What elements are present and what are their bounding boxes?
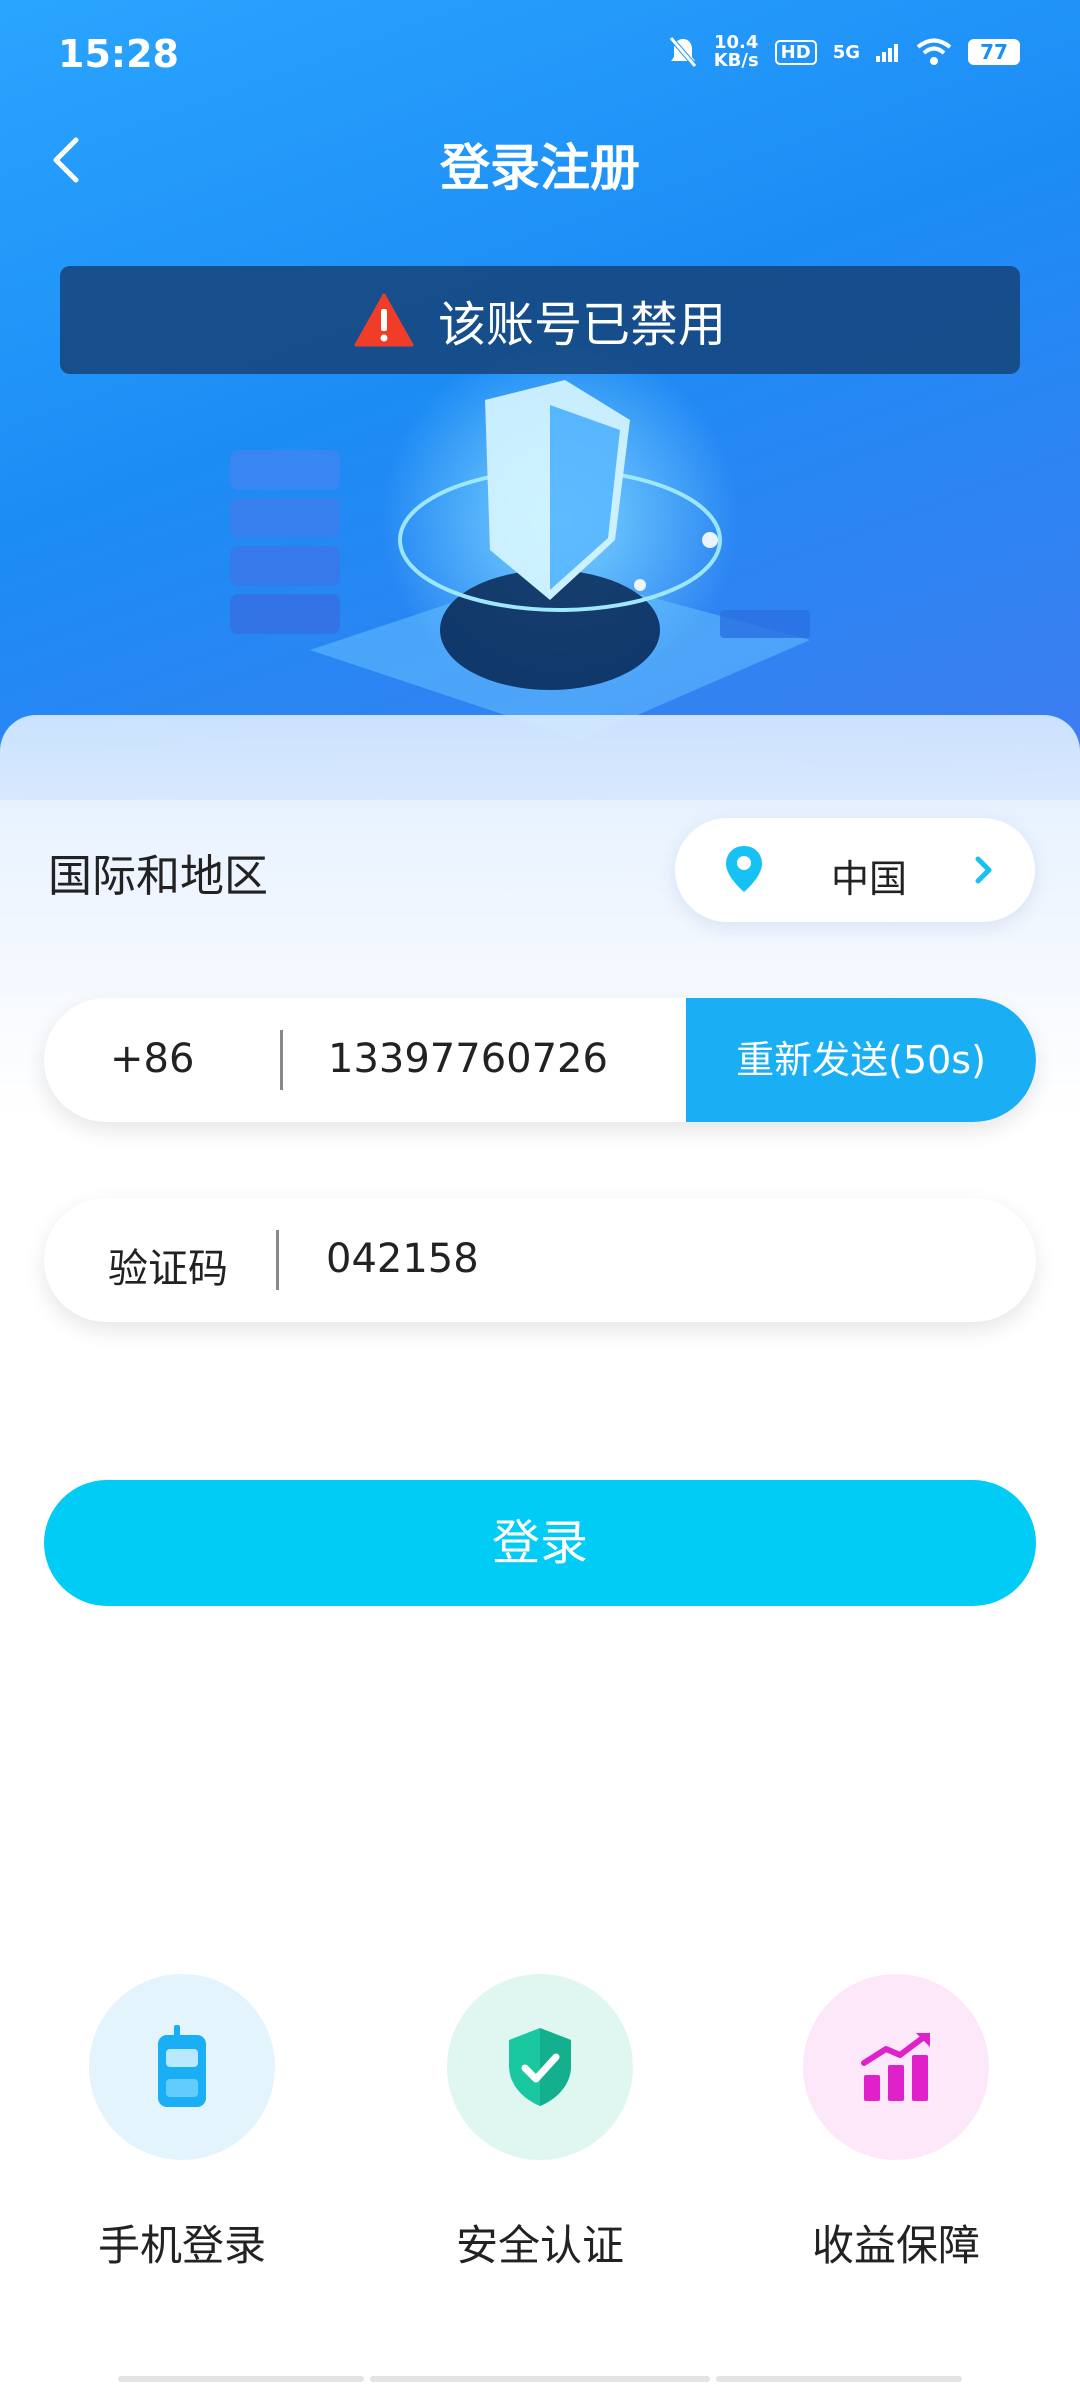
feature-icon-circle — [803, 1974, 989, 2160]
net-speed-unit: KB/s — [713, 50, 759, 71]
battery-indicator: 77 — [968, 39, 1020, 65]
feature-label: 安全认证 — [455, 2221, 624, 2270]
country-code[interactable]: +86 — [110, 1036, 194, 1082]
wifi-icon — [916, 38, 952, 65]
feature-security: 安全认证 — [410, 1974, 670, 2273]
region-label: 国际和地区 — [48, 851, 268, 902]
region-value: 中国 — [831, 857, 908, 901]
chevron-right-icon — [975, 856, 992, 884]
feature-icon-circle — [89, 1974, 275, 2160]
signal-label: 5G — [832, 41, 860, 63]
code-divider — [276, 1230, 279, 1290]
feature-label: 手机登录 — [97, 2221, 266, 2270]
login-button[interactable]: 登录 — [44, 1480, 1036, 1606]
home-bar-segment — [370, 2376, 710, 2382]
page-title: 登录注册 — [440, 139, 640, 197]
home-indicator — [118, 2376, 962, 2388]
phone-input[interactable]: 13397760726 — [328, 1036, 608, 1082]
mobile-phone-icon — [158, 2025, 206, 2107]
home-bar-segment — [118, 2376, 364, 2382]
phone-field: +86 13397760726 重新发送(50s) — [44, 998, 1036, 1122]
code-label: 验证码 — [108, 1246, 228, 1292]
location-pin-icon — [726, 846, 762, 892]
code-input[interactable]: 042158 — [326, 1236, 479, 1282]
region-selector[interactable]: 中国 — [675, 818, 1035, 922]
mute-bell-icon — [668, 36, 697, 68]
feature-icon-circle — [447, 1974, 633, 2160]
hd-badge: HD — [774, 39, 817, 65]
phone-divider — [280, 1030, 283, 1090]
status-icons: 10.4 KB/s HD 5G 77 — [668, 34, 1020, 70]
code-field: 验证码 042158 — [44, 1198, 1036, 1322]
feature-earnings: 收益保障 — [766, 1974, 1026, 2273]
resend-code-button[interactable]: 重新发送(50s) — [686, 998, 1036, 1122]
feature-label: 收益保障 — [811, 2221, 980, 2270]
toast-message: 该账号已禁用 — [437, 297, 726, 353]
shield-check-icon — [509, 2028, 571, 2106]
signal-bars-icon — [876, 44, 898, 62]
growth-chart-icon — [861, 2033, 930, 2101]
error-toast: 该账号已禁用 — [60, 266, 1020, 374]
status-time: 15:28 — [58, 32, 179, 76]
network-speed: 10.4 KB/s — [714, 34, 759, 70]
warning-triangle-icon — [354, 293, 414, 347]
feature-mobile-login: 手机登录 — [52, 1974, 312, 2273]
status-bar: 15:28 10.4 KB/s HD 5G 77 — [0, 0, 1080, 110]
nav-bar: 登录注册 — [0, 110, 1080, 210]
home-bar-segment — [716, 2376, 962, 2382]
